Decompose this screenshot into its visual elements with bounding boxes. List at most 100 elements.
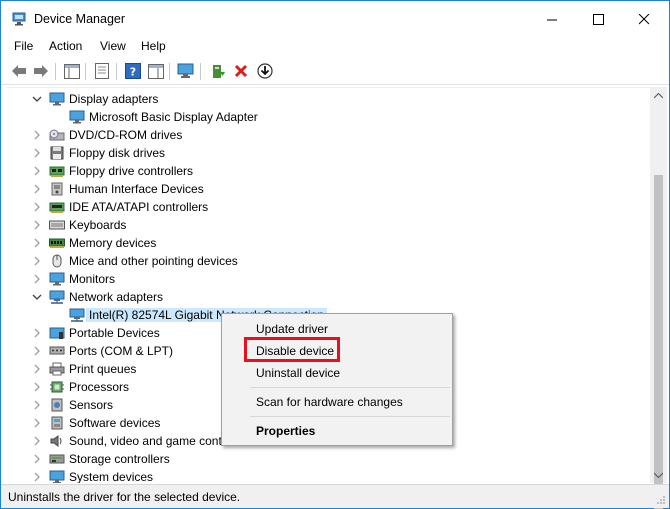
dvd-drive-icon — [49, 129, 65, 141]
hid-icon — [51, 182, 63, 196]
device-category[interactable]: Floppy drive controllers — [7, 162, 647, 180]
scroll-up-button[interactable] — [650, 87, 667, 104]
chevron-right-icon[interactable] — [32, 454, 42, 464]
scroll-down-button[interactable] — [650, 466, 667, 483]
update-driver-icon — [213, 65, 225, 78]
menu-scan-hardware[interactable]: Scan for hardware changes — [256, 395, 403, 409]
processor-icon — [50, 381, 64, 393]
device-category[interactable]: Mice and other pointing devices — [7, 252, 647, 270]
sensor-icon — [51, 398, 63, 412]
console-tree-icon — [64, 63, 80, 79]
device-category[interactable]: Keyboards — [7, 216, 647, 234]
maximize-button[interactable] — [575, 1, 621, 37]
properties-toolbar-button[interactable] — [92, 61, 112, 81]
device-category[interactable]: Network adapters — [7, 288, 647, 306]
minimize-icon — [546, 19, 557, 20]
device-label: Memory devices — [69, 236, 157, 250]
device-label: Floppy disk drives — [69, 146, 166, 160]
properties-sheet-icon — [95, 63, 109, 79]
menu-update-driver[interactable]: Update driver — [256, 322, 328, 336]
menu-help[interactable]: Help — [141, 39, 166, 53]
chevron-right-icon[interactable] — [32, 364, 42, 374]
device-label: Mice and other pointing devices — [69, 254, 238, 268]
chevron-right-icon[interactable] — [32, 436, 42, 446]
device-category[interactable]: Storage controllers — [7, 450, 647, 468]
svg-text:?: ? — [130, 66, 136, 79]
chevron-right-icon[interactable] — [32, 166, 42, 176]
chevron-down-icon[interactable] — [32, 94, 42, 104]
chevron-right-icon[interactable] — [32, 346, 42, 356]
device-label: Print queues — [69, 362, 137, 376]
storage-controller-icon — [49, 454, 65, 464]
device-category[interactable]: System devices — [7, 468, 647, 483]
context-menu: Update driver Disable device Uninstall d… — [221, 313, 453, 446]
keyboard-icon — [49, 220, 65, 230]
device-category[interactable]: Memory devices — [7, 234, 647, 252]
scroll-thumb[interactable] — [654, 175, 663, 509]
port-icon — [49, 346, 65, 355]
chevron-right-icon[interactable] — [32, 130, 42, 140]
window-title: Device Manager — [34, 12, 126, 26]
chevron-right-icon[interactable] — [32, 400, 42, 410]
device-label: Software devices — [69, 416, 161, 430]
device-category[interactable]: Floppy disk drives — [7, 144, 647, 162]
chevron-right-icon[interactable] — [32, 382, 42, 392]
software-device-icon — [51, 416, 63, 430]
help-toolbar-button[interactable]: ? — [123, 61, 143, 81]
menu-action[interactable]: Action — [49, 39, 82, 53]
chevron-right-icon[interactable] — [32, 238, 42, 248]
action-pane-icon — [148, 63, 164, 79]
chevron-right-icon[interactable] — [32, 148, 42, 158]
floppy-controller-icon — [49, 166, 65, 177]
minimize-button[interactable] — [529, 1, 575, 37]
chevron-right-icon[interactable] — [32, 184, 42, 194]
sound-icon — [50, 435, 62, 447]
close-button[interactable] — [621, 1, 667, 37]
title-bar[interactable]: Device Manager — [1, 1, 669, 37]
device-category[interactable]: DVD/CD-ROM drives — [7, 126, 647, 144]
menu-view[interactable]: View — [100, 39, 126, 53]
device-label: Ports (COM & LPT) — [69, 344, 174, 358]
device-item[interactable]: Microsoft Basic Display Adapter — [7, 108, 647, 126]
device-category[interactable]: IDE ATA/ATAPI controllers — [7, 198, 647, 216]
download-circle-icon — [257, 63, 273, 79]
network-adapter-icon — [49, 290, 65, 304]
device-category[interactable]: Monitors — [7, 270, 647, 288]
resize-grip-icon[interactable] — [656, 495, 666, 505]
monitor-scan-icon — [177, 63, 194, 78]
network-adapter-icon — [69, 308, 85, 322]
monitor-adapter-icon — [49, 92, 65, 106]
menu-file[interactable]: File — [14, 39, 33, 53]
chevron-right-icon[interactable] — [32, 202, 42, 212]
highlight-box — [244, 337, 340, 362]
menu-bar: File Action View Help — [1, 37, 669, 57]
status-text: Uninstalls the driver for the selected d… — [8, 490, 241, 504]
device-category[interactable]: Human Interface Devices — [7, 180, 647, 198]
chevron-right-icon[interactable] — [32, 220, 42, 230]
chevron-down-icon[interactable] — [32, 292, 42, 302]
device-label: Human Interface Devices — [69, 182, 204, 196]
chevron-right-icon[interactable] — [32, 418, 42, 428]
device-label: Sensors — [69, 398, 114, 412]
show-hide-console-tree-button[interactable] — [62, 61, 82, 81]
enable-device-button[interactable] — [255, 61, 275, 81]
chevron-right-icon[interactable] — [32, 274, 42, 284]
scan-hardware-button[interactable] — [176, 61, 196, 81]
scroll-up-arrow-icon — [654, 92, 663, 98]
system-device-icon — [49, 470, 65, 483]
uninstall-device-button[interactable] — [231, 61, 251, 81]
menu-properties[interactable]: Properties — [256, 424, 315, 438]
chevron-right-icon[interactable] — [32, 328, 42, 338]
vertical-scrollbar[interactable] — [650, 87, 667, 509]
chevron-right-icon[interactable] — [32, 472, 42, 482]
menu-uninstall-device[interactable]: Uninstall device — [256, 366, 340, 380]
forward-button[interactable] — [31, 61, 51, 81]
device-label: Microsoft Basic Display Adapter — [89, 110, 258, 124]
status-bar: Uninstalls the driver for the selected d… — [1, 484, 669, 508]
action-pane-button[interactable] — [146, 61, 166, 81]
update-driver-button[interactable] — [208, 61, 228, 81]
memory-icon — [49, 238, 65, 248]
chevron-right-icon[interactable] — [32, 256, 42, 266]
device-category[interactable]: Display adapters — [7, 90, 647, 108]
back-button[interactable] — [9, 61, 29, 81]
